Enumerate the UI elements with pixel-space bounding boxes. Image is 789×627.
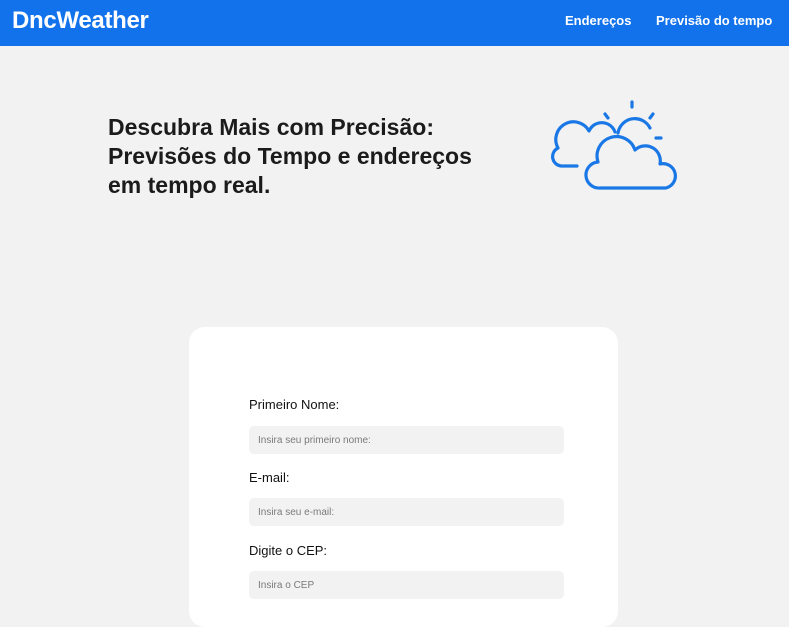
hero-title: Descubra Mais com Precisão: Previsões do… (108, 113, 548, 200)
first-name-input[interactable] (249, 426, 564, 454)
email-input[interactable] (249, 498, 564, 526)
top-navbar: DncWeather Endereços Previsão do tempo (0, 0, 789, 46)
email-label: E-mail: (249, 470, 290, 485)
cep-label: Digite o CEP: (249, 543, 328, 558)
brand-logo[interactable]: DncWeather (12, 7, 149, 35)
partly-cloudy-weather-icon (549, 92, 681, 196)
cep-input[interactable] (249, 571, 564, 599)
hero-title-line: em tempo real. (108, 172, 271, 198)
hero-title-line: Previsões do Tempo e endereços (108, 143, 472, 169)
first-name-label: Primeiro Nome: (249, 397, 340, 412)
hero-title-line: Descubra Mais com Precisão: (108, 114, 434, 140)
nav-link-enderecos[interactable]: Endereços (565, 13, 631, 28)
nav-link-previsao-do-tempo[interactable]: Previsão do tempo (656, 13, 772, 28)
